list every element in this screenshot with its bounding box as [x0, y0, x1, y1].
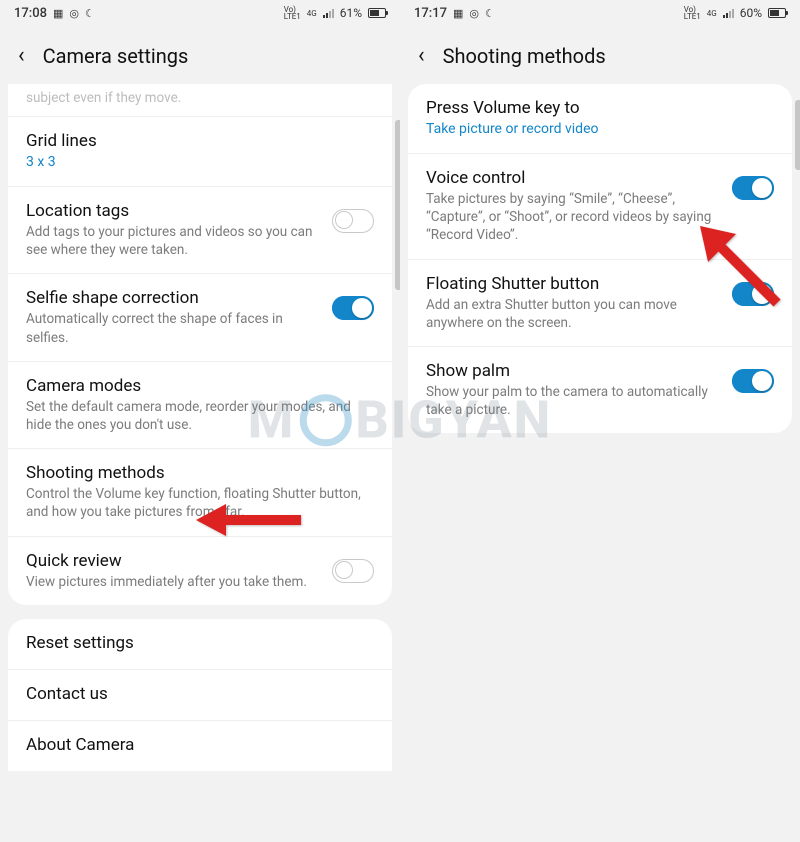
gallery-icon: ▦: [53, 7, 63, 20]
row-title: Selfie shape correction: [26, 288, 320, 308]
row-sub: Control the Volume key function, floatin…: [26, 485, 374, 521]
toggle-voice-control[interactable]: [732, 176, 774, 200]
row-title: Reset settings: [26, 633, 374, 653]
row-quick-review[interactable]: Quick review View pictures immediately a…: [8, 537, 392, 605]
row-volume-key[interactable]: Press Volume key to Take picture or reco…: [408, 84, 792, 154]
back-icon[interactable]: ‹: [18, 45, 25, 67]
watermark: M BIGYAN: [248, 389, 552, 450]
page-header: ‹ Shooting methods: [400, 26, 800, 84]
camera-icon: ◎: [469, 7, 479, 20]
toggle-floating-shutter[interactable]: [732, 282, 774, 306]
row-grid-lines[interactable]: Grid lines 3 x 3: [8, 117, 392, 187]
settings-card-footer: Reset settings Contact us About Camera: [8, 619, 392, 771]
row-sub: Take pictures by saying “Smile”, “Cheese…: [426, 190, 720, 245]
page-title: Camera settings: [43, 44, 189, 68]
status-time: 17:08: [14, 6, 47, 21]
status-bar: 17:08 ▦ ◎ ☾ Vo) LTE1 4G 61%: [0, 0, 400, 26]
watermark-pre: M: [248, 389, 296, 450]
row-sub: View pictures immediately after you take…: [26, 573, 320, 591]
row-title: Location tags: [26, 201, 320, 221]
row-title: Press Volume key to: [426, 98, 774, 118]
back-icon[interactable]: ‹: [418, 45, 425, 67]
signal-icon: [723, 9, 734, 18]
moon-icon: ☾: [85, 7, 95, 20]
row-selfie-shape[interactable]: Selfie shape correction Automatically co…: [8, 274, 392, 361]
toggle-selfie-shape[interactable]: [332, 296, 374, 320]
row-title: Voice control: [426, 168, 720, 188]
toggle-location-tags[interactable]: [332, 209, 374, 233]
scrollbar[interactable]: [795, 100, 800, 170]
row-title: Floating Shutter button: [426, 274, 720, 294]
status-bar: 17:17 ▦ ◎ ☾ Vo) LTE1 4G 60%: [400, 0, 800, 26]
watermark-post: BIGYAN: [355, 389, 552, 450]
camera-icon: ◎: [69, 7, 79, 20]
row-shooting-methods[interactable]: Shooting methods Control the Volume key …: [8, 449, 392, 536]
row-about-camera[interactable]: About Camera: [8, 721, 392, 771]
settings-card-main: subject even if they move. Grid lines 3 …: [8, 84, 392, 605]
row-sub: Take picture or record video: [426, 120, 774, 139]
battery-icon: [368, 8, 386, 18]
row-reset-settings[interactable]: Reset settings: [8, 619, 392, 670]
network-label: Vo) LTE1: [684, 6, 701, 20]
moon-icon: ☾: [485, 7, 495, 20]
page-title: Shooting methods: [443, 44, 606, 68]
settings-card: Press Volume key to Take picture or reco…: [408, 84, 792, 433]
status-time: 17:17: [414, 6, 447, 21]
row-voice-control[interactable]: Voice control Take pictures by saying “S…: [408, 154, 792, 260]
row-sub: Add an extra Shutter button you can move…: [426, 296, 720, 332]
row-sub: Add tags to your pictures and videos so …: [26, 223, 320, 259]
battery-icon: [768, 8, 786, 18]
page-header: ‹ Camera settings: [0, 26, 400, 84]
row-floating-shutter[interactable]: Floating Shutter button Add an extra Shu…: [408, 260, 792, 347]
toggle-quick-review[interactable]: [332, 559, 374, 583]
network-label: Vo) LTE1: [284, 6, 301, 20]
signal-type: 4G: [707, 10, 717, 17]
row-title: About Camera: [26, 735, 374, 755]
row-location-tags[interactable]: Location tags Add tags to your pictures …: [8, 187, 392, 274]
row-title: Contact us: [26, 684, 374, 704]
row-title: Shooting methods: [26, 463, 374, 483]
watermark-o-icon: [299, 394, 351, 446]
battery-percent: 61%: [340, 6, 362, 20]
signal-type: 4G: [307, 10, 317, 17]
row-contact-us[interactable]: Contact us: [8, 670, 392, 721]
row-title: Show palm: [426, 361, 720, 381]
row-sub: Automatically correct the shape of faces…: [26, 310, 320, 346]
row-title: Quick review: [26, 551, 320, 571]
gallery-icon: ▦: [453, 7, 463, 20]
row-title: Grid lines: [26, 131, 374, 151]
battery-percent: 60%: [740, 6, 762, 20]
toggle-show-palm[interactable]: [732, 369, 774, 393]
truncated-prev-item: subject even if they move.: [8, 90, 392, 117]
row-sub: 3 x 3: [26, 153, 374, 172]
signal-icon: [323, 9, 334, 18]
